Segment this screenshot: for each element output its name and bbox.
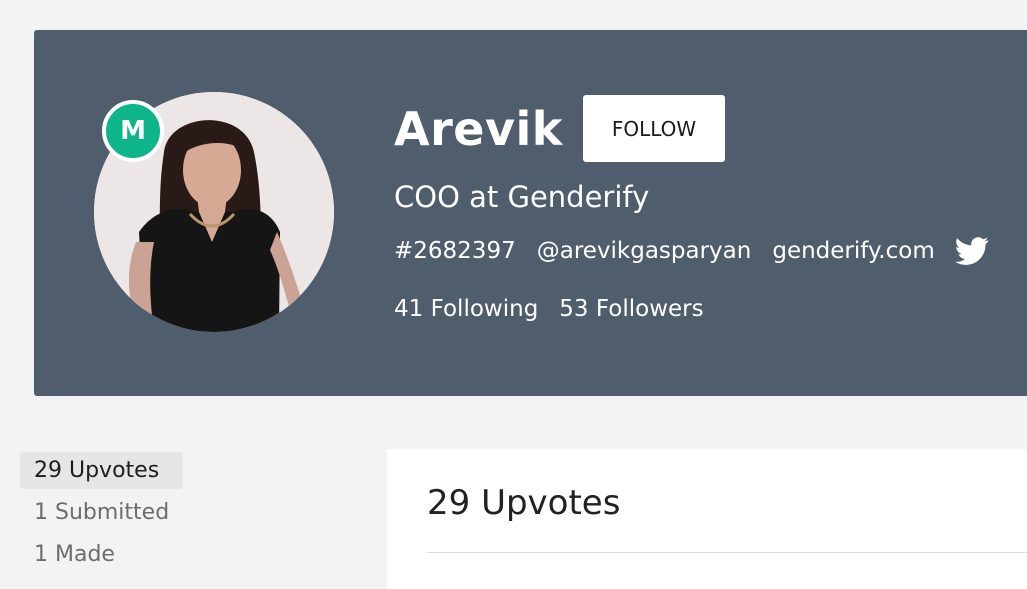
website-link[interactable]: genderify.com bbox=[772, 238, 934, 264]
profile-sidebar: 29 Upvotes 1 Submitted 1 Made bbox=[20, 452, 184, 578]
twitter-handle-link[interactable]: @arevikgasparyan bbox=[537, 238, 752, 264]
follow-stats: 41 Following 53 Followers bbox=[394, 296, 725, 322]
follow-button[interactable]: FOLLOW bbox=[583, 95, 725, 162]
divider bbox=[427, 552, 1027, 553]
profile-name: Arevik bbox=[394, 102, 563, 156]
sidebar-item-made[interactable]: 1 Made bbox=[20, 536, 183, 573]
avatar-wrapper: M bbox=[94, 92, 334, 332]
twitter-icon[interactable] bbox=[954, 236, 989, 266]
profile-header: M Arevik FOLLOW COO at Genderify #268239… bbox=[34, 30, 1027, 396]
profile-meta: #2682397 @arevikgasparyan genderify.com bbox=[394, 236, 989, 266]
sidebar-item-submitted[interactable]: 1 Submitted bbox=[20, 494, 183, 531]
maker-badge: M bbox=[102, 100, 164, 162]
profile-title: COO at Genderify bbox=[394, 180, 650, 214]
upvotes-panel: 29 Upvotes bbox=[387, 449, 1027, 589]
followers-count[interactable]: 53 Followers bbox=[559, 296, 703, 322]
user-id: #2682397 bbox=[394, 238, 516, 264]
following-count[interactable]: 41 Following bbox=[394, 296, 538, 322]
sidebar-item-upvotes[interactable]: 29 Upvotes bbox=[20, 452, 184, 489]
upvotes-heading: 29 Upvotes bbox=[427, 483, 621, 523]
